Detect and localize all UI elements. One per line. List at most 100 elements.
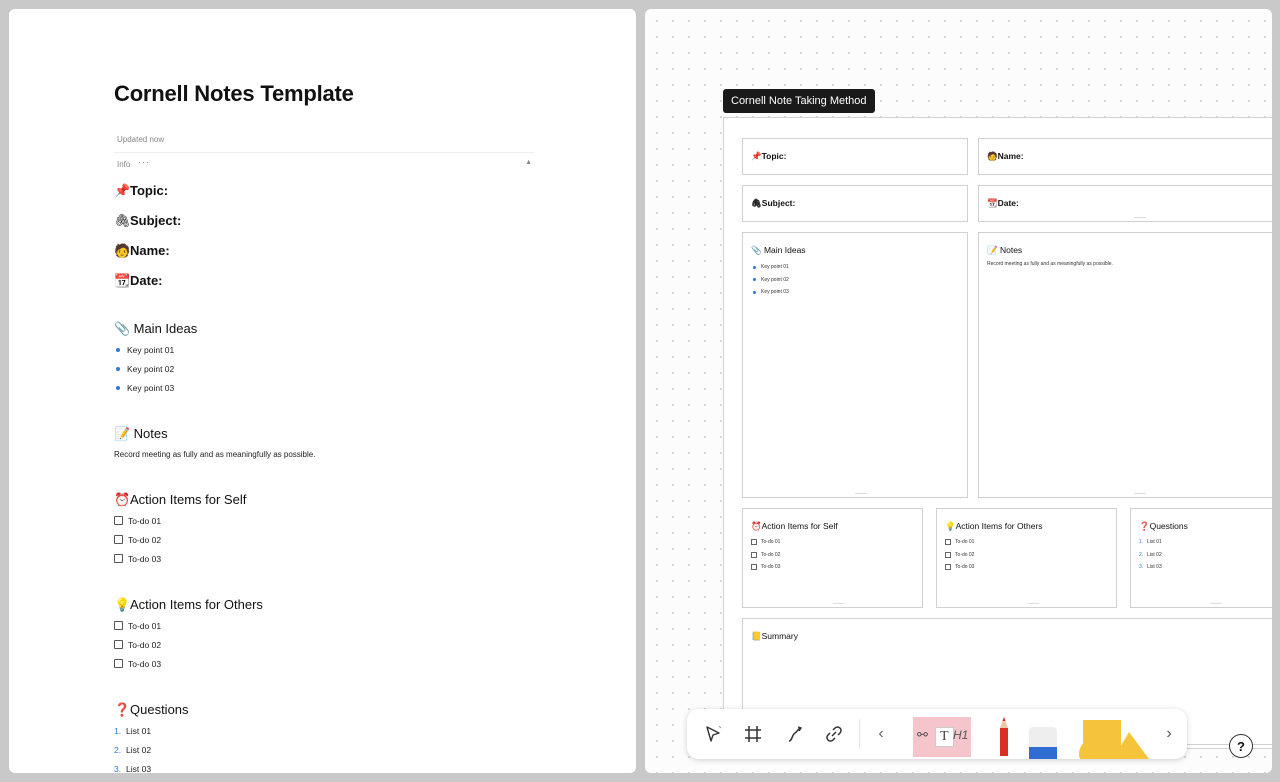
card-heading: 📒Summary bbox=[751, 631, 798, 642]
card-main-ideas[interactable]: 📎 Main Ideas Key point 01 Key point 02 K… bbox=[742, 232, 968, 498]
alarm-clock-icon: ⏰ bbox=[751, 521, 762, 531]
paperclip-icon: 📎 bbox=[114, 321, 131, 336]
info-section-toggle[interactable]: Info ··· ▲ bbox=[114, 152, 534, 175]
notes-text: Record meeting as fully and as meaningfu… bbox=[987, 261, 1113, 267]
whiteboard-canvas[interactable]: Cornell Note Taking Method 📌Topic: 🧑Name… bbox=[645, 9, 1272, 773]
todo-item[interactable]: To-do 03 bbox=[114, 549, 161, 568]
calendar-icon: 📆 bbox=[114, 273, 131, 288]
card-action-others[interactable]: 💡Action Items for Others To-do 01 To-do … bbox=[936, 508, 1117, 608]
card-action-self[interactable]: ⏰Action Items for Self To-do 01 To-do 02… bbox=[742, 508, 923, 608]
mini-numbered-list: 1. List 01 2. List 02 3. List 03 bbox=[1139, 536, 1162, 574]
card-heading-text: Summary bbox=[761, 631, 798, 641]
list-item[interactable]: Key point 02 bbox=[114, 359, 174, 378]
property-name[interactable]: 🧑Name: bbox=[114, 243, 170, 259]
list-item-text: Key point 03 bbox=[127, 382, 175, 393]
notes-paragraph[interactable]: Record meeting as fully and as meaningfu… bbox=[114, 450, 315, 459]
property-subject[interactable]: 🖇Subject: bbox=[114, 213, 181, 229]
todo-item[interactable]: To-do 02 bbox=[114, 530, 161, 549]
property-date[interactable]: 📆Date: bbox=[114, 273, 163, 289]
numbered-item[interactable]: 1. List 01 bbox=[114, 721, 151, 740]
todo-text: To-do 03 bbox=[128, 553, 162, 564]
property-label: Date: bbox=[130, 273, 163, 288]
eraser-band bbox=[1029, 747, 1057, 759]
list-item: Key point 03 bbox=[751, 286, 789, 299]
card-questions[interactable]: ❓Questions 1. List 01 2. List 02 3. List 03 bbox=[1130, 508, 1272, 608]
chevron-right-icon[interactable]: › bbox=[1157, 722, 1181, 746]
list-item-text: Key point 01 bbox=[761, 264, 789, 271]
cornell-board-frame[interactable]: 📌Topic: 🧑Name: 🖇Subject: 📆Date: 📎 Main I… bbox=[723, 117, 1272, 749]
memo-icon: 📝 bbox=[987, 245, 998, 255]
heading-tool-label: H1 bbox=[953, 728, 969, 742]
link-icon: ⚯ bbox=[917, 727, 928, 742]
checkbox bbox=[751, 551, 757, 558]
list-item-text: Key point 03 bbox=[761, 289, 789, 296]
card-heading: 📝 Notes bbox=[987, 245, 1022, 256]
list-item-text: List 02 bbox=[1147, 551, 1162, 558]
frame-tool[interactable] bbox=[741, 722, 765, 746]
checkbox bbox=[945, 551, 951, 558]
heading-action-self: ⏰Action Items for Self bbox=[114, 492, 246, 508]
todo-item[interactable]: To-do 03 bbox=[114, 654, 161, 673]
collapse-caret-icon[interactable]: ▲ bbox=[525, 159, 532, 166]
person-icon: 🧑 bbox=[987, 151, 998, 161]
more-menu-icon[interactable]: ··· bbox=[138, 157, 150, 167]
select-tool[interactable] bbox=[701, 722, 725, 746]
checkbox[interactable] bbox=[114, 516, 123, 525]
heading-main-ideas: 📎 Main Ideas bbox=[114, 321, 197, 337]
todo-text: To-do 01 bbox=[955, 539, 975, 546]
checkbox[interactable] bbox=[114, 621, 123, 630]
heading-text: Action Items for Others bbox=[130, 597, 263, 612]
numbered-item: 1. List 01 bbox=[1139, 536, 1162, 549]
checkbox[interactable] bbox=[114, 640, 123, 649]
list-item[interactable]: Key point 03 bbox=[114, 378, 174, 397]
connector-tool[interactable] bbox=[783, 722, 807, 746]
numbered-item[interactable]: 3. List 03 bbox=[114, 759, 151, 774]
todo-item: To-do 02 bbox=[751, 549, 780, 562]
light-bulb-icon: 💡 bbox=[114, 597, 131, 612]
pencil-icon[interactable] bbox=[997, 716, 1011, 756]
card-footer-mark bbox=[1026, 603, 1039, 604]
chevron-left-icon[interactable]: ‹ bbox=[869, 722, 893, 746]
card-heading: 🧑Name: bbox=[987, 151, 1024, 162]
todo-text: To-do 03 bbox=[128, 658, 162, 669]
shape-tool[interactable] bbox=[1073, 718, 1149, 770]
shapes-icon bbox=[1079, 720, 1149, 770]
list-number: 2. bbox=[1139, 551, 1144, 558]
heading-text: Questions bbox=[130, 702, 189, 717]
todo-text: To-do 03 bbox=[955, 564, 975, 571]
board-title-tag[interactable]: Cornell Note Taking Method bbox=[723, 89, 875, 113]
checkbox[interactable] bbox=[114, 554, 123, 563]
action-others-list: To-do 01 To-do 02 To-do 03 bbox=[114, 616, 161, 673]
card-heading-text: Questions bbox=[1149, 521, 1188, 531]
card-date[interactable]: 📆Date: bbox=[978, 185, 1272, 222]
numbered-item[interactable]: 2. List 02 bbox=[114, 740, 151, 759]
todo-item[interactable]: To-do 01 bbox=[114, 616, 161, 635]
heading-questions: ❓Questions bbox=[114, 702, 189, 718]
todo-item[interactable]: To-do 01 bbox=[114, 511, 161, 530]
card-topic[interactable]: 📌Topic: bbox=[742, 138, 968, 175]
updated-status: Updated now bbox=[117, 135, 165, 144]
card-notes[interactable]: 📝 Notes Record meeting as fully and as m… bbox=[978, 232, 1272, 498]
checkbox[interactable] bbox=[114, 659, 123, 668]
text-tool-label: T bbox=[935, 727, 954, 747]
checkbox[interactable] bbox=[114, 535, 123, 544]
todo-text: To-do 01 bbox=[128, 515, 162, 526]
card-footer-mark bbox=[1210, 603, 1222, 604]
eraser-icon[interactable] bbox=[1029, 727, 1057, 759]
list-item-text: List 03 bbox=[1147, 564, 1162, 571]
card-heading-text: Topic: bbox=[761, 151, 787, 161]
card-name[interactable]: 🧑Name: bbox=[978, 138, 1272, 175]
help-button[interactable]: ? bbox=[1229, 734, 1253, 758]
card-heading: 💡Action Items for Others bbox=[945, 521, 1043, 532]
list-item[interactable]: Key point 01 bbox=[114, 340, 174, 359]
todo-item[interactable]: To-do 02 bbox=[114, 635, 161, 654]
todo-text: To-do 02 bbox=[128, 534, 162, 545]
link-tool[interactable] bbox=[822, 722, 846, 746]
sticky-note-stack[interactable]: ⚯ T H1 bbox=[913, 717, 971, 757]
list-item-text: Key point 02 bbox=[761, 276, 789, 283]
property-topic[interactable]: 📌Topic: bbox=[114, 183, 168, 199]
curved-arrow-icon bbox=[788, 726, 803, 742]
todo-text: To-do 02 bbox=[761, 551, 781, 558]
card-subject[interactable]: 🖇Subject: bbox=[742, 185, 968, 222]
calendar-icon: 📆 bbox=[987, 198, 998, 208]
